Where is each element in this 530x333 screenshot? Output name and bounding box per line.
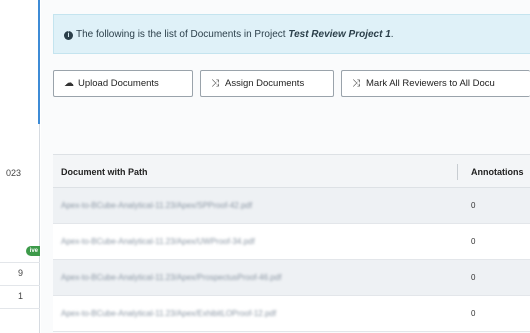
info-suffix: . — [390, 29, 394, 40]
table-row[interactable]: Apex-to-BCube-Analytical-11.23/Apex/Pros… — [53, 260, 530, 296]
left-panel-active-edge — [0, 0, 40, 124]
column-resize-handle[interactable] — [457, 164, 458, 180]
mark-all-reviewers-button[interactable]: ⤨ Mark All Reviewers to All Docu — [341, 70, 530, 97]
upload-documents-button[interactable]: ☁ Upload Documents — [53, 70, 193, 97]
document-path[interactable]: Apex-to-BCube-Analytical-11.23/Apex/Pros… — [61, 273, 281, 282]
left-divider — [0, 308, 40, 309]
shuffle-icon: ⤨ — [352, 78, 360, 89]
annotation-count: 0 — [471, 201, 476, 210]
document-path[interactable]: Apex-to-BCube-Analytical-11.23/Apex/Exhi… — [61, 309, 276, 318]
status-badge: ive — [26, 246, 40, 256]
column-header-document[interactable]: Document with Path — [61, 167, 148, 177]
table-row[interactable]: Apex-to-BCube-Analytical-11.23/Apex/Exhi… — [53, 296, 530, 332]
document-path[interactable]: Apex-to-BCube-Analytical-11.23/Apex/SPPr… — [61, 201, 252, 210]
annotation-count: 0 — [471, 237, 476, 246]
left-count-2[interactable]: 1 — [18, 291, 23, 301]
annotation-count: 0 — [471, 309, 476, 318]
table-header: Document with Path Annotations — [53, 154, 530, 188]
main-content: i The following is the list of Documents … — [41, 0, 530, 333]
assign-documents-button[interactable]: ⤨ Assign Documents — [200, 70, 334, 97]
shuffle-icon: ⤨ — [211, 78, 219, 89]
assign-documents-label: Assign Documents — [225, 78, 305, 89]
left-divider — [0, 262, 40, 263]
table-row[interactable]: Apex-to-BCube-Analytical-11.23/Apex/SPPr… — [53, 188, 530, 224]
table-row[interactable]: Apex-to-BCube-Analytical-11.23/Apex/UWPr… — [53, 224, 530, 260]
left-panel: 023 ive 9 1 — [0, 0, 40, 333]
info-prefix: The following is the list of Documents i… — [76, 29, 289, 40]
left-year-text: 023 — [6, 168, 22, 178]
info-circle-icon: i — [64, 31, 73, 40]
document-path[interactable]: Apex-to-BCube-Analytical-11.23/Apex/UWPr… — [61, 237, 255, 246]
upload-documents-label: Upload Documents — [78, 78, 159, 89]
left-divider — [0, 285, 40, 286]
left-count-1[interactable]: 9 — [18, 268, 23, 278]
annotation-count: 0 — [471, 273, 476, 282]
column-header-annotations[interactable]: Annotations — [471, 167, 524, 177]
documents-table: Document with Path Annotations Apex-to-B… — [53, 154, 530, 332]
mark-all-reviewers-label: Mark All Reviewers to All Docu — [366, 78, 495, 89]
info-message: i The following is the list of Documents … — [64, 29, 394, 40]
info-alert: i The following is the list of Documents … — [53, 14, 530, 54]
project-name: Test Review Project 1 — [288, 29, 391, 40]
cloud-upload-icon: ☁ — [64, 78, 74, 89]
